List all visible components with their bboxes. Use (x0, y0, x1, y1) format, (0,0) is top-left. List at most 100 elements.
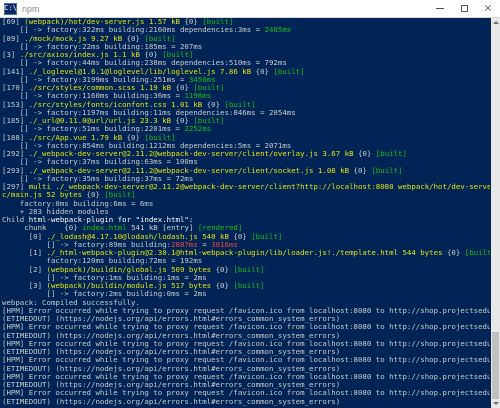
console-text: [141] (2, 67, 29, 76)
console-text: [2] (2, 265, 47, 274)
console-line: [] -> factory:44ms building:238ms depend… (2, 59, 490, 67)
console-text: [HPM] Error occurred while trying to pro… (2, 323, 490, 332)
console-text: [built] (371, 166, 403, 175)
console-text: (ETIMEDOUT) (https://nodejs.org/api/erro… (2, 397, 341, 406)
console-text: [] -> factory:322ms building:2160ms depe… (2, 26, 265, 35)
console-text: webpack: Compiled successfully. (2, 298, 140, 307)
minimize-button[interactable] (428, 0, 452, 17)
console-text: {0} (215, 282, 234, 290)
console-line: (ETIMEDOUT) (https://nodejs.org/api/erro… (2, 365, 490, 373)
console-line: [292] ./_webpack-dev-server@2.11.2@webpa… (2, 150, 490, 158)
console-text: ./src/styles/fonts/iconfont.css 1.01 kB (28, 100, 207, 109)
console-output[interactable]: [69] (webpack)/hot/dev-server.js 1.57 kB… (2, 18, 490, 408)
console-text: [] -> factory:35ms building:37ms = 72ms (2, 174, 194, 183)
console-text: {0} (255, 67, 274, 76)
console-line: [HPM] Error occurred while trying to pro… (2, 389, 490, 397)
console-text: ./src/styles/common.scss 1.19 kB (28, 84, 176, 92)
console-text: {0} (175, 117, 194, 125)
console-text: {0} (64, 224, 83, 233)
console-line: [185] ./_url@0.11.0@url/url.js 23.3 kB {… (2, 117, 490, 125)
scroll-down-button[interactable] (491, 399, 500, 408)
console-text: [built] (251, 232, 283, 241)
console-text: [89] (2, 34, 25, 43)
terminal-window: C:\ npm × [69] (webpack)/hot/dev-server.… (0, 0, 500, 408)
console-text: [188] (2, 133, 29, 142)
console-text: ./_lodash@4.17.10@lodash/lodash.js 540 k… (46, 232, 234, 241)
console-text: [185] (2, 117, 29, 125)
console-text: index.html (82, 224, 132, 233)
console-text: ./_loglevel@1.6.1@loglevel/lib/loglevel.… (28, 67, 256, 76)
console-line: [] -> factory:37ms building:63ms = 100ms (2, 158, 490, 166)
console-line: [3] ./src/axios/index.js 1.1 kB {0} [bui… (2, 51, 490, 59)
chevron-up-icon (492, 21, 499, 24)
console-line: [HPM] Error occurred while trying to pro… (2, 307, 490, 315)
maximize-button[interactable] (452, 0, 476, 17)
console-text: [built] (464, 249, 490, 257)
console-line: [293] ./_webpack-dev-server@2.11.2@webpa… (2, 167, 490, 175)
console-text: [] -> factory:2ms building:0ms = 2ms (2, 290, 207, 299)
console-line: (ETIMEDOUT) (https://nodejs.org/api/erro… (2, 332, 490, 340)
console-line: [89] ./mock/mock.js 9.27 kB {0} [built] (2, 35, 490, 43)
scrollbar-thumb[interactable] (492, 332, 499, 399)
console-text: {0} (144, 51, 163, 59)
console-text: [] -> factory:89ms building: (2, 240, 172, 249)
console-text: [built] (224, 100, 256, 109)
console-text: {0} (446, 249, 465, 257)
console-text: 2485ms (264, 26, 292, 35)
console-text: [built] (104, 191, 136, 200)
console-line: [153] ./src/styles/fonts/iconfont.css 1.… (2, 101, 490, 109)
window-controls: × (428, 0, 500, 17)
console-text: ./mock/mock.js 9.27 kB (24, 34, 127, 43)
console-line: c/main.js 52 bytes {0} [built] (2, 191, 490, 199)
console-text: (ETIMEDOUT) (https://nodejs.org/api/erro… (2, 348, 341, 356)
close-button[interactable]: × (476, 0, 500, 17)
scroll-up-button[interactable] (491, 18, 500, 27)
console-text: [] -> factory:37ms building:63ms = 100ms (2, 158, 198, 167)
console-line: (ETIMEDOUT) (https://nodejs.org/api/erro… (2, 348, 490, 356)
window-title: npm (22, 3, 40, 14)
console-text: [built] (273, 67, 305, 76)
console-text: factory:0ms building:6ms = 6ms (2, 199, 154, 208)
console-line: [] -> factory:22ms building:185ms = 207m… (2, 43, 490, 51)
console-text: + 283 hidden modules (2, 207, 109, 216)
console-line: [170] ./src/styles/common.scss 1.19 kB {… (2, 84, 490, 92)
console-text: Child (2, 216, 29, 224)
console-text: html-webpack-plugin for "index.html": (28, 216, 194, 224)
console-text: [HPM] Error occurred while trying to pro… (2, 372, 490, 381)
console-text: = (197, 240, 212, 249)
console-line: (ETIMEDOUT) (https://nodejs.org/api/erro… (2, 315, 490, 323)
console-line: [HPM] Error occurred while trying to pro… (2, 323, 490, 331)
console-text: [built] (162, 51, 194, 59)
console-text: {0} (126, 34, 145, 43)
console-text: [built] (202, 18, 234, 26)
title-bar[interactable]: C:\ npm × (0, 0, 500, 18)
console-text: {0} (206, 100, 225, 109)
console-text: ./src/App.vue 1.79 kB (28, 133, 127, 142)
console-text: [HPM] Error occurred while trying to pro… (2, 306, 490, 315)
console-line: [141] ./_loglevel@1.6.1@loglevel/lib/log… (2, 68, 490, 76)
close-icon: × (483, 2, 493, 14)
vertical-scrollbar[interactable] (491, 18, 500, 408)
console-text: chunk (2, 224, 65, 233)
console-text: {0} (184, 18, 203, 26)
console-text: 541 kB [entry] (131, 224, 198, 233)
console-text: [] -> factory:1197ms building:11ms depen… (2, 108, 296, 117)
console-line: [] -> factory:1160ms building:36ms = 119… (2, 92, 490, 100)
console-line: [] -> factory:854ms building:1212ms depe… (2, 142, 490, 150)
console-line: [] -> factory:1197ms building:11ms depen… (2, 109, 490, 117)
console-line: webpack: Compiled successfully. (2, 299, 490, 307)
console-text: {0} (126, 133, 145, 142)
console-text: [built] (193, 117, 225, 125)
console-text: [] -> factory:3199ms building:251ms = (2, 75, 189, 84)
minimize-icon (436, 8, 444, 9)
console-text: [HPM] Error occurred while trying to pro… (2, 339, 490, 348)
console-text: [1] (2, 249, 47, 257)
console-text: [] -> factory:51ms building:2201ms = (2, 125, 185, 134)
console-line: [] -> factory:89ms building:2807ms = 301… (2, 241, 490, 249)
console-text: [293] (2, 166, 29, 175)
app-icon-glyph: C:\ (4, 4, 17, 12)
console-line: factory:0ms building:6ms = 6ms (2, 200, 490, 208)
console-text: 3450ms (188, 75, 216, 84)
console-text: ./src/axios/index.js 1.1 kB (19, 51, 145, 59)
chevron-down-icon (492, 402, 499, 405)
